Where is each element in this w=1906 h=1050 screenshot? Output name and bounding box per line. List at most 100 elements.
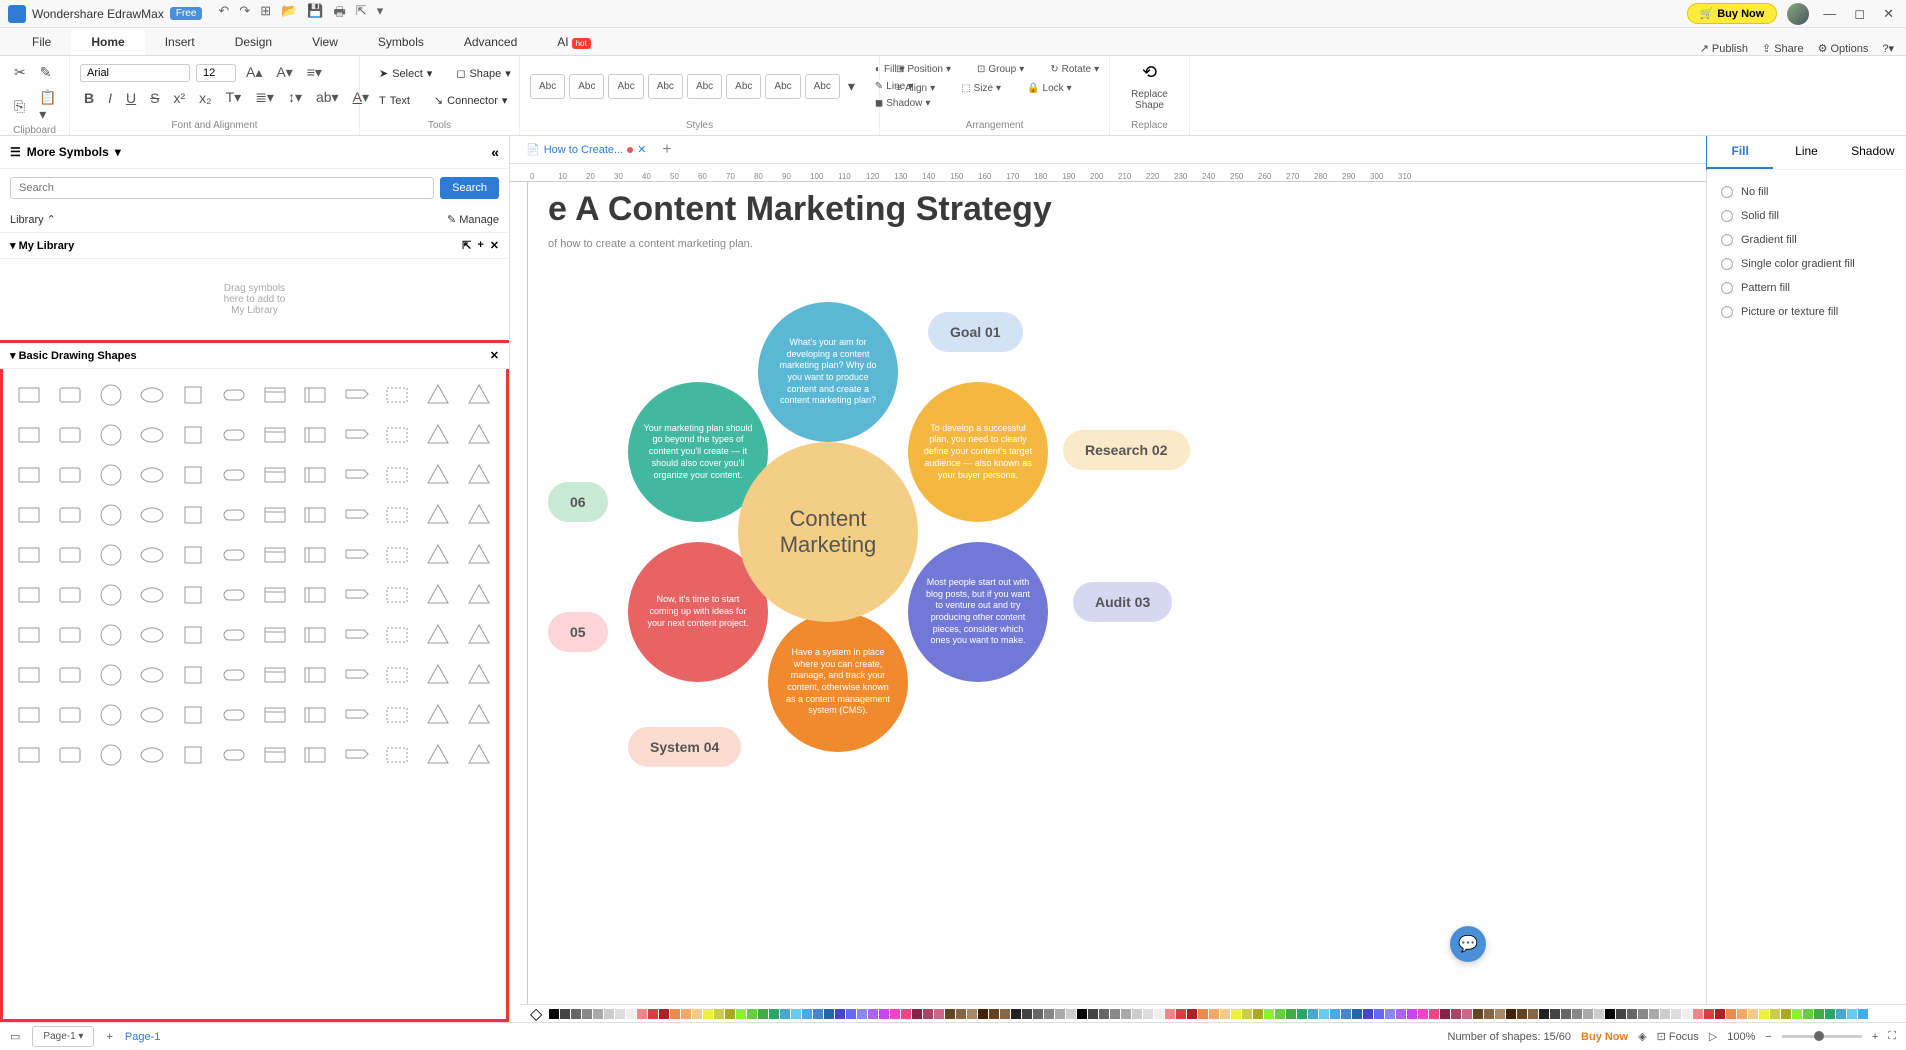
color-swatch[interactable] bbox=[670, 1009, 680, 1019]
shape-item[interactable] bbox=[422, 459, 454, 491]
publish-button[interactable]: ↗ Publish bbox=[1700, 42, 1748, 55]
shape-item[interactable] bbox=[95, 499, 127, 531]
shape-item[interactable] bbox=[422, 619, 454, 651]
shape-item[interactable] bbox=[463, 379, 495, 411]
library-close-icon[interactable]: ✕ bbox=[490, 239, 499, 252]
color-swatch[interactable] bbox=[1704, 1009, 1714, 1019]
shape-item[interactable] bbox=[13, 659, 45, 691]
presentation-icon[interactable]: ▷ bbox=[1709, 1030, 1717, 1043]
canvas[interactable]: e A Content Marketing Strategy of how to… bbox=[528, 182, 1706, 1022]
shape-item[interactable] bbox=[218, 739, 250, 771]
color-swatch[interactable] bbox=[1495, 1009, 1505, 1019]
shape-item[interactable] bbox=[299, 499, 331, 531]
petal-right2[interactable]: Most people start out with blog posts, b… bbox=[908, 542, 1048, 682]
buy-now-button[interactable]: 🛒 Buy Now bbox=[1687, 3, 1778, 24]
page-list-icon[interactable]: ▭ bbox=[10, 1030, 20, 1043]
shape-item[interactable] bbox=[381, 659, 413, 691]
close-icon[interactable]: ✕ bbox=[1879, 6, 1898, 22]
decrease-font-icon[interactable]: A▾ bbox=[272, 62, 296, 83]
color-swatch[interactable] bbox=[1275, 1009, 1285, 1019]
rp-tab-fill[interactable]: Fill bbox=[1707, 136, 1773, 169]
shape-item[interactable] bbox=[422, 379, 454, 411]
color-swatch[interactable] bbox=[1429, 1009, 1439, 1019]
shape-item[interactable] bbox=[463, 499, 495, 531]
color-swatch[interactable] bbox=[1561, 1009, 1571, 1019]
undo-icon[interactable]: ↶ bbox=[218, 3, 229, 25]
shape-item[interactable] bbox=[340, 499, 372, 531]
color-swatch[interactable] bbox=[1297, 1009, 1307, 1019]
search-button[interactable]: Search bbox=[440, 177, 499, 199]
shape-item[interactable] bbox=[259, 539, 291, 571]
color-swatch[interactable] bbox=[1825, 1009, 1835, 1019]
shape-item[interactable] bbox=[13, 459, 45, 491]
replace-shape-button[interactable]: Replace Shape bbox=[1125, 87, 1174, 113]
shape-item[interactable] bbox=[381, 499, 413, 531]
case-icon[interactable]: T▾ bbox=[222, 87, 246, 108]
color-swatch[interactable] bbox=[1748, 1009, 1758, 1019]
shape-item[interactable] bbox=[177, 659, 209, 691]
color-swatch[interactable] bbox=[1418, 1009, 1428, 1019]
color-swatch[interactable] bbox=[989, 1009, 999, 1019]
color-swatch[interactable] bbox=[1660, 1009, 1670, 1019]
shape-item[interactable] bbox=[13, 379, 45, 411]
petal-right[interactable]: To develop a successful plan, you need t… bbox=[908, 382, 1048, 522]
shape-item[interactable] bbox=[54, 539, 86, 571]
color-swatch[interactable] bbox=[1209, 1009, 1219, 1019]
color-swatch[interactable] bbox=[934, 1009, 944, 1019]
color-swatch[interactable] bbox=[879, 1009, 889, 1019]
copy-icon[interactable]: ⎘ bbox=[10, 96, 29, 117]
zoom-slider[interactable] bbox=[1782, 1035, 1862, 1038]
shape-item[interactable] bbox=[463, 539, 495, 571]
shape-item[interactable] bbox=[340, 659, 372, 691]
shape-item[interactable] bbox=[95, 459, 127, 491]
color-swatch[interactable] bbox=[1539, 1009, 1549, 1019]
color-swatch[interactable] bbox=[747, 1009, 757, 1019]
color-swatch[interactable] bbox=[1682, 1009, 1692, 1019]
shape-item[interactable] bbox=[422, 539, 454, 571]
tab-advanced[interactable]: Advanced bbox=[444, 29, 537, 55]
shape-item[interactable] bbox=[299, 539, 331, 571]
line-spacing-icon[interactable]: ↕▾ bbox=[284, 87, 306, 108]
style-preset-6[interactable]: Abc bbox=[726, 74, 761, 99]
color-swatch[interactable] bbox=[1693, 1009, 1703, 1019]
pill-goal[interactable]: Goal 01 bbox=[928, 312, 1023, 352]
fill-option[interactable]: No fill bbox=[1721, 180, 1892, 204]
color-swatch[interactable] bbox=[1242, 1009, 1252, 1019]
color-swatch[interactable] bbox=[703, 1009, 713, 1019]
shape-item[interactable] bbox=[259, 659, 291, 691]
shape-item[interactable] bbox=[54, 379, 86, 411]
shape-item[interactable] bbox=[259, 499, 291, 531]
color-swatch[interactable] bbox=[1803, 1009, 1813, 1019]
shape-item[interactable] bbox=[299, 739, 331, 771]
color-swatch[interactable] bbox=[1649, 1009, 1659, 1019]
shape-item[interactable] bbox=[259, 419, 291, 451]
shape-item[interactable] bbox=[54, 419, 86, 451]
shape-item[interactable] bbox=[95, 739, 127, 771]
color-swatch[interactable] bbox=[1770, 1009, 1780, 1019]
group-button[interactable]: ⊡ Group▾ bbox=[971, 62, 1030, 77]
color-swatch[interactable] bbox=[824, 1009, 834, 1019]
pill-audit[interactable]: Audit 03 bbox=[1073, 582, 1172, 622]
italic-icon[interactable]: I bbox=[104, 88, 116, 108]
help-icon[interactable]: ?▾ bbox=[1882, 42, 1894, 55]
library-label[interactable]: Library ⌃ bbox=[10, 213, 56, 226]
status-buy-now[interactable]: Buy Now bbox=[1581, 1031, 1628, 1043]
color-swatch[interactable] bbox=[923, 1009, 933, 1019]
color-swatch[interactable] bbox=[1451, 1009, 1461, 1019]
font-family-select[interactable] bbox=[80, 64, 190, 82]
color-swatch[interactable] bbox=[758, 1009, 768, 1019]
color-swatch[interactable] bbox=[560, 1009, 570, 1019]
color-swatch[interactable] bbox=[1594, 1009, 1604, 1019]
petal-top[interactable]: What's your aim for developing a content… bbox=[758, 302, 898, 442]
paste-icon[interactable]: 📋▾ bbox=[35, 87, 60, 125]
color-swatch[interactable] bbox=[813, 1009, 823, 1019]
style-preset-4[interactable]: Abc bbox=[648, 74, 683, 99]
shape-item[interactable] bbox=[381, 619, 413, 651]
bullets-icon[interactable]: ≣▾ bbox=[251, 87, 278, 108]
shape-item[interactable] bbox=[54, 579, 86, 611]
shape-item[interactable] bbox=[95, 419, 127, 451]
color-swatch[interactable] bbox=[846, 1009, 856, 1019]
shape-item[interactable] bbox=[95, 659, 127, 691]
zoom-out-icon[interactable]: − bbox=[1765, 1031, 1771, 1043]
shape-item[interactable] bbox=[177, 539, 209, 571]
